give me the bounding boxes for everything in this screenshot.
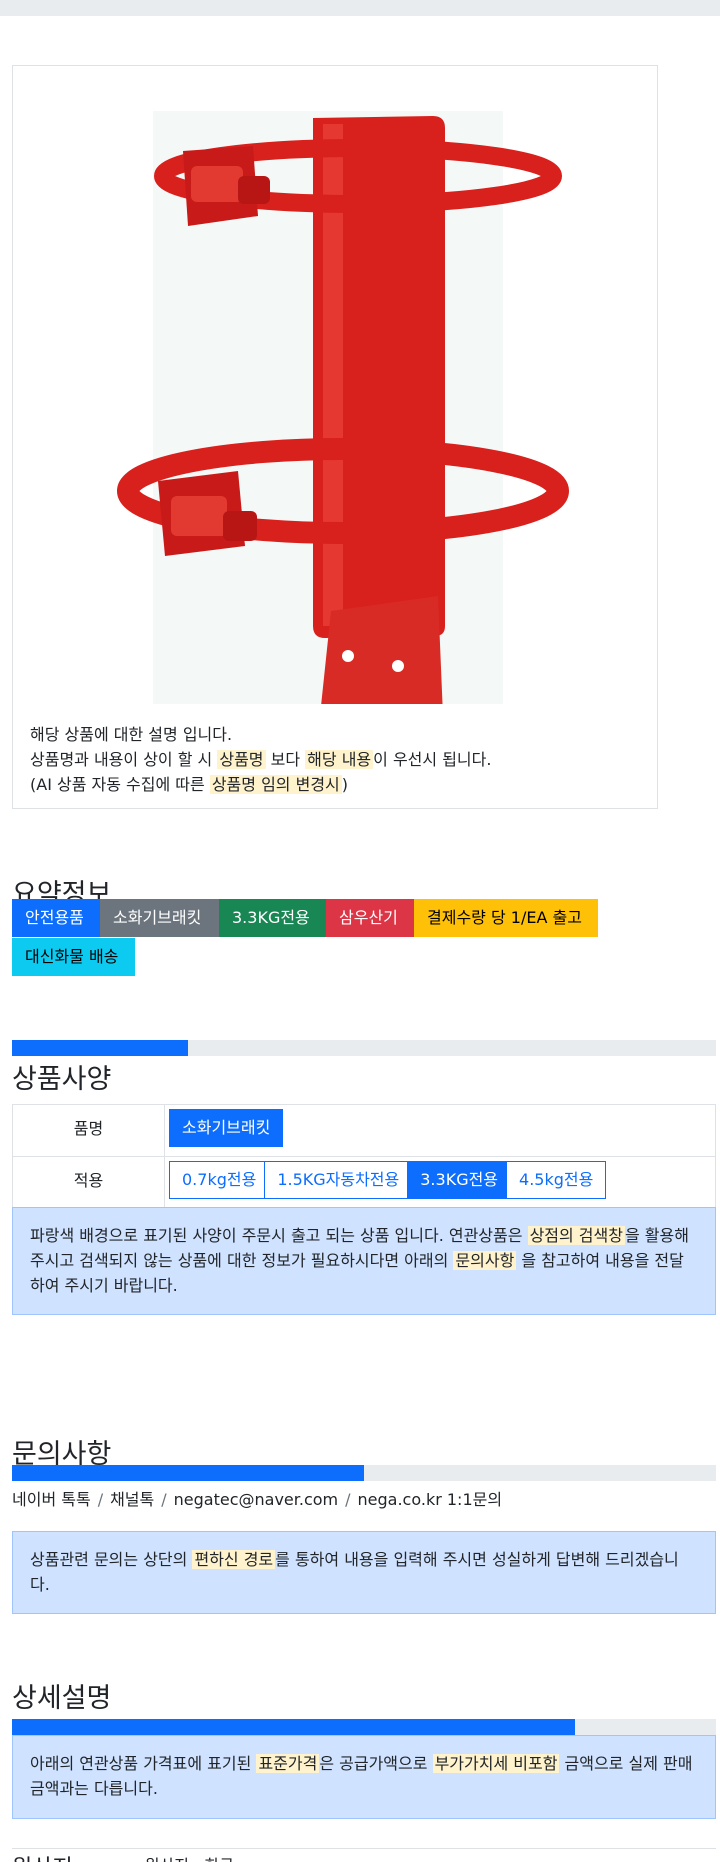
highlight-name-change: 상품명 임의 변경시	[209, 775, 342, 794]
alert-text: 은 공급가액으로	[319, 1754, 428, 1773]
separator: /	[161, 1490, 167, 1509]
origin-value: - 원산지 : 한국	[134, 1852, 234, 1862]
channel-email[interactable]: negatec@naver.com	[174, 1490, 338, 1509]
spec-label: 품명	[13, 1105, 165, 1156]
inquiry-progress-fill	[12, 1465, 364, 1481]
highlight-standard-price: 표준가격	[256, 1754, 320, 1773]
detail-progress-bar	[12, 1719, 716, 1735]
spec-option-button[interactable]: 1.5KG자동차전용	[264, 1161, 413, 1199]
desc-text: (AI 상품 자동 수집에 따른	[30, 775, 205, 794]
desc-line-3: (AI 상품 자동 수집에 따른 상품명 임의 변경시)	[30, 772, 491, 797]
spec-row-name: 품명 소화기브래킷	[13, 1105, 715, 1157]
detail-title: 상세설명	[12, 1683, 112, 1714]
separator: /	[97, 1490, 104, 1509]
tag-0: 안전용품	[12, 899, 100, 937]
detail-alert: 아래의 연관상품 가격표에 표기된 표준가격 은 공급가액으로 부가가치세 비포함…	[12, 1735, 716, 1819]
highlight-product-name: 상품명	[217, 750, 266, 769]
highlight-preferred-channel: 편하신 경로	[192, 1550, 276, 1569]
tag-3: 삼우산기	[326, 899, 414, 937]
separator: /	[345, 1490, 351, 1509]
spec-alert: 파랑색 배경으로 표기된 사양이 주문시 출고 되는 상품 입니다. 연관상품은…	[12, 1207, 716, 1315]
spec-options: 소화기브래킷	[165, 1105, 284, 1156]
origin-divider	[12, 1848, 716, 1849]
inquiry-alert: 상품관련 문의는 상단의 편하신 경로 를 통하여 내용을 입력해 주시면 성실하…	[12, 1531, 716, 1614]
spec-option-button[interactable]: 0.7kg전용	[169, 1161, 270, 1199]
origin-label: 원산지	[12, 1850, 73, 1862]
desc-text: )	[341, 775, 349, 794]
spec-title: 상품사양	[12, 1064, 112, 1095]
desc-text: 이 우선시 됩니다.	[373, 750, 492, 769]
spec-option-button[interactable]: 소화기브래킷	[169, 1109, 284, 1147]
inquiry-progress-bar	[12, 1465, 716, 1481]
spec-table: 품명 소화기브래킷 적용 0.7kg전용 1.5KG자동차전용 3.3KG전용 4.5…	[12, 1104, 716, 1210]
spec-row-apply: 적용 0.7kg전용 1.5KG자동차전용 3.3KG전용 4.5kg전용	[13, 1157, 715, 1209]
tag-4: 결제수량 당 1/EA 출고	[414, 899, 598, 937]
spec-option-button[interactable]: 4.5kg전용	[506, 1161, 607, 1199]
top-divider-bar	[0, 0, 720, 16]
highlight-vat-excluded: 부가가치세 비포함	[432, 1754, 560, 1773]
tag-1: 소화기브래킷	[100, 899, 219, 937]
highlight-store-search: 상점의 검색창	[527, 1226, 625, 1245]
spec-option-button[interactable]: 3.3KG전용	[407, 1161, 512, 1199]
tag-2: 3.3KG전용	[219, 899, 326, 937]
product-description: 해당 상품에 대한 설명 입니다. 상품명과 내용이 상이 할 시 상품명 보다…	[30, 722, 491, 797]
product-image	[13, 66, 657, 704]
spec-progress-bar	[12, 1040, 716, 1056]
channel-naver-talktalk[interactable]: 네이버 톡톡	[12, 1490, 91, 1509]
desc-line-2: 상품명과 내용이 상이 할 시 상품명 보다 해당 내용 이 우선시 됩니다.	[30, 747, 491, 772]
desc-line-1: 해당 상품에 대한 설명 입니다.	[30, 725, 233, 744]
highlight-inquiry: 문의사항	[453, 1251, 517, 1270]
spec-progress-fill	[12, 1040, 188, 1056]
alert-text: 파랑색 배경으로 표기된 사양이 주문시 출고 되는 상품 입니다. 연관상품은	[30, 1226, 523, 1245]
channel-channeltalk[interactable]: 채널톡	[110, 1490, 154, 1509]
desc-text: 상품명과 내용이 상이 할 시	[30, 750, 213, 769]
product-card: 해당 상품에 대한 설명 입니다. 상품명과 내용이 상이 할 시 상품명 보다…	[12, 65, 658, 809]
desc-text: 보다	[270, 750, 301, 769]
detail-progress-fill	[12, 1719, 576, 1735]
tag-5: 대신화물 배송	[12, 938, 135, 976]
contact-channels: 네이버 톡톡 / 채널톡 / negatec@naver.com / nega.co.kr …	[12, 1486, 502, 1510]
spec-label: 적용	[13, 1157, 165, 1209]
alert-text: 상품관련 문의는 상단의	[30, 1550, 188, 1569]
spec-options: 0.7kg전용 1.5KG자동차전용 3.3KG전용 4.5kg전용	[165, 1157, 607, 1209]
alert-text: 아래의 연관상품 가격표에 표기된	[30, 1754, 252, 1773]
highlight-content: 해당 내용	[305, 750, 374, 769]
channel-website-inquiry[interactable]: nega.co.kr 1:1문의	[358, 1490, 503, 1509]
